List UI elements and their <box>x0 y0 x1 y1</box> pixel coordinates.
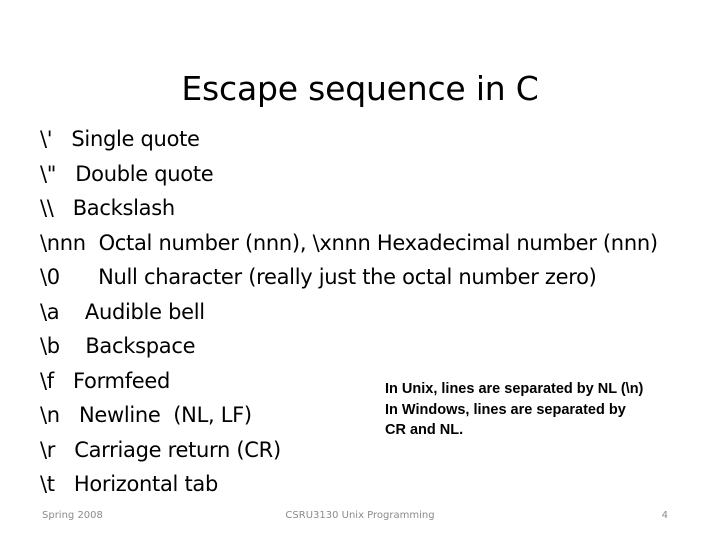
escape-gap <box>54 196 73 220</box>
side-note-line: In Unix, lines are separated by NL (\n) <box>385 381 644 397</box>
escape-code: \nnn <box>40 230 86 255</box>
escape-code: \' <box>40 127 53 151</box>
escape-code: \0 <box>40 265 60 289</box>
escape-gap <box>56 162 75 186</box>
side-note-line: CR and NL. <box>385 422 464 438</box>
side-note-line: In Windows, lines are separated by <box>385 401 626 418</box>
escape-description: Horizontal tab <box>73 472 218 496</box>
footer-course-title: CSRU3130 Unix Programming <box>285 510 435 521</box>
escape-code: \f <box>40 368 54 393</box>
escape-gap <box>86 231 99 255</box>
escape-description: Backspace <box>85 334 196 358</box>
escape-description: Carriage return (CR) <box>74 437 281 462</box>
escape-description: Backslash <box>72 196 175 220</box>
escape-gap <box>54 369 73 393</box>
escape-gap <box>60 403 79 427</box>
escape-code: \a <box>40 299 60 324</box>
list-item: \t Horizontal tab <box>40 467 690 502</box>
escape-gap <box>59 300 85 324</box>
list-item: \0 Null character (really just the octal… <box>40 260 690 295</box>
side-note-textbox: In Unix, lines are separated by NL (\n) … <box>385 379 705 441</box>
escape-description: Null character (really just the octal nu… <box>98 265 597 289</box>
list-item: \b Backspace <box>40 329 690 364</box>
escape-description: Formfeed <box>73 368 171 393</box>
escape-gap <box>52 127 71 151</box>
escape-description: Newline (NL, LF) <box>78 403 252 427</box>
footer-page-number: 4 <box>661 510 668 521</box>
slide-canvas: Escape sequence in C \' Single quote \" … <box>0 0 720 540</box>
escape-description: Octal number (nnn), \xnnn Hexadecimal nu… <box>98 230 658 255</box>
footer-date: Spring 2008 <box>42 510 103 521</box>
escape-gap <box>55 438 74 462</box>
list-item: \' Single quote <box>40 122 690 157</box>
escape-sequence-list: \' Single quote \" Double quote \\ Backs… <box>40 122 690 502</box>
escape-description: Audible bell <box>84 299 205 324</box>
escape-gap <box>60 334 86 358</box>
list-item: \\ Backslash <box>40 191 690 226</box>
page-title: Escape sequence in C <box>181 69 539 109</box>
list-item: \a Audible bell <box>40 295 690 330</box>
escape-code: \b <box>40 334 60 358</box>
list-item: \" Double quote <box>40 157 690 192</box>
slide-footer: Spring 2008 CSRU3130 Unix Programming 4 <box>0 506 720 526</box>
escape-code: \t <box>40 472 55 496</box>
escape-gap <box>55 472 74 496</box>
list-item: \nnn Octal number (nnn), \xnnn Hexadecim… <box>40 226 690 261</box>
escape-code: \\ <box>40 196 54 220</box>
escape-gap <box>60 265 98 289</box>
escape-code: \" <box>40 161 57 186</box>
escape-description: Double quote <box>75 161 214 186</box>
escape-description: Single quote <box>71 127 200 151</box>
escape-code: \n <box>40 403 60 427</box>
escape-code: \r <box>40 437 56 462</box>
